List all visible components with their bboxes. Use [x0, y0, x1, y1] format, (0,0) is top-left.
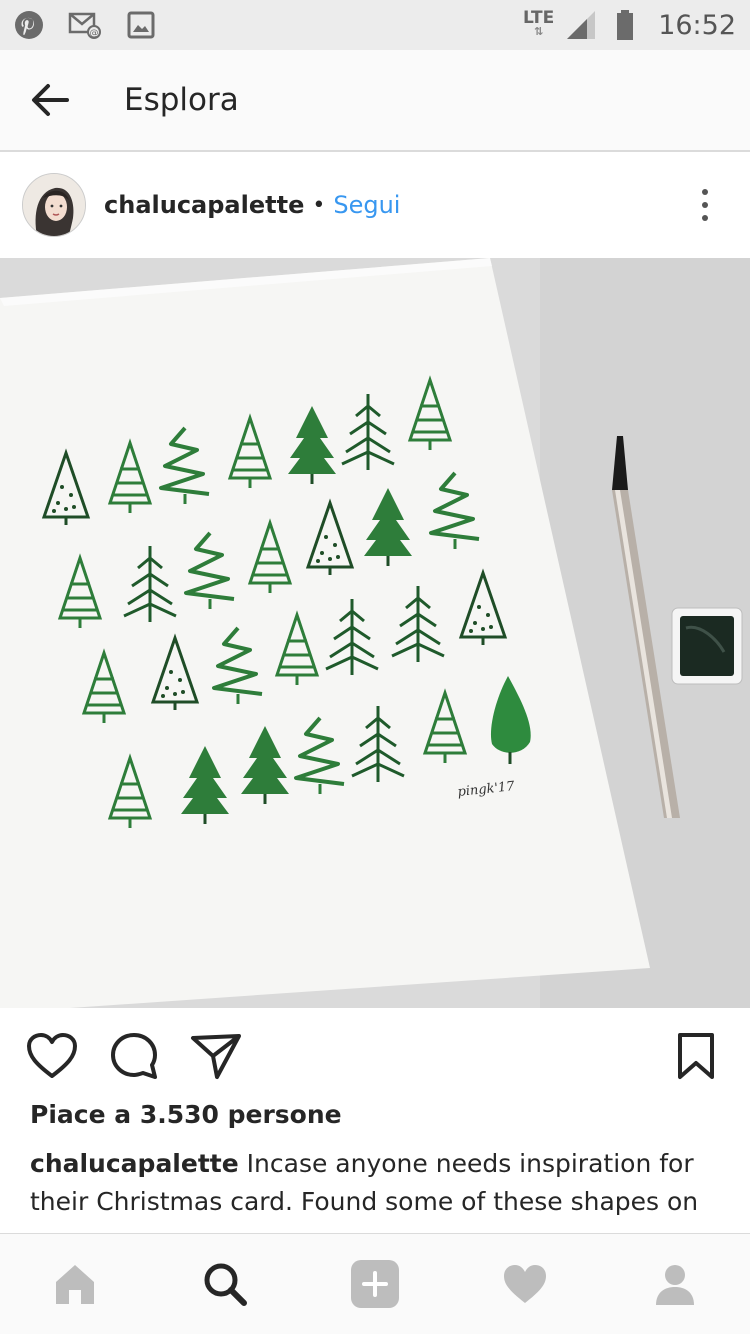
battery-icon [608, 8, 642, 42]
post-caption: chalucapalette Incase anyone needs inspi… [30, 1145, 720, 1231]
nav-activity[interactable] [495, 1254, 555, 1314]
activity-heart-icon [504, 1265, 546, 1303]
nav-add[interactable] [345, 1254, 405, 1314]
like-button[interactable] [24, 1028, 80, 1084]
share-button[interactable] [188, 1028, 244, 1084]
add-icon [351, 1260, 399, 1308]
follow-button[interactable]: Segui [333, 191, 400, 219]
more-dot-icon [702, 189, 708, 195]
status-bar: @ LTE ⇅ 16:52 [0, 0, 750, 50]
network-indicator: LTE ⇅ [522, 8, 555, 39]
more-options-button[interactable] [690, 180, 720, 230]
bottom-navigation [0, 1233, 750, 1334]
post-username[interactable]: chalucapalette [104, 191, 304, 219]
home-icon [56, 1265, 94, 1304]
post-actions [0, 1008, 750, 1103]
bookmark-icon [678, 1032, 714, 1079]
watercolor-pan [671, 607, 743, 685]
signal-icon [564, 8, 598, 42]
back-button[interactable] [20, 70, 80, 130]
share-icon [191, 1033, 241, 1079]
svg-text:@: @ [90, 29, 99, 39]
nav-profile[interactable] [645, 1254, 705, 1314]
image-notification-icon [124, 8, 158, 42]
nav-search[interactable] [195, 1254, 255, 1314]
comment-button[interactable] [106, 1028, 162, 1084]
post-image[interactable]: pingk'17 [0, 258, 750, 1008]
caption-username[interactable]: chalucapalette [30, 1149, 239, 1178]
post-header: chalucapalette • Segui [0, 152, 750, 258]
profile-icon [656, 1265, 694, 1305]
more-dot-icon [702, 202, 708, 208]
top-bar: Esplora [0, 50, 750, 152]
comment-icon [111, 1032, 157, 1079]
search-icon [204, 1263, 247, 1306]
avatar[interactable] [22, 173, 86, 237]
heart-icon [27, 1032, 77, 1078]
likes-count[interactable]: Piace a 3.530 persone [30, 1100, 342, 1129]
email-notification-icon: @ [68, 8, 102, 42]
nav-home[interactable] [45, 1254, 105, 1314]
back-arrow-icon [32, 84, 69, 116]
pinterest-icon [12, 8, 46, 42]
status-bar-notifications: @ [0, 8, 158, 42]
more-dot-icon [702, 215, 708, 221]
clock: 16:52 [658, 9, 736, 41]
save-button[interactable] [668, 1028, 724, 1084]
page-title: Esplora [124, 82, 239, 118]
christmas-trees-painting: pingk'17 [0, 258, 750, 1008]
separator-dot: • [312, 192, 326, 218]
